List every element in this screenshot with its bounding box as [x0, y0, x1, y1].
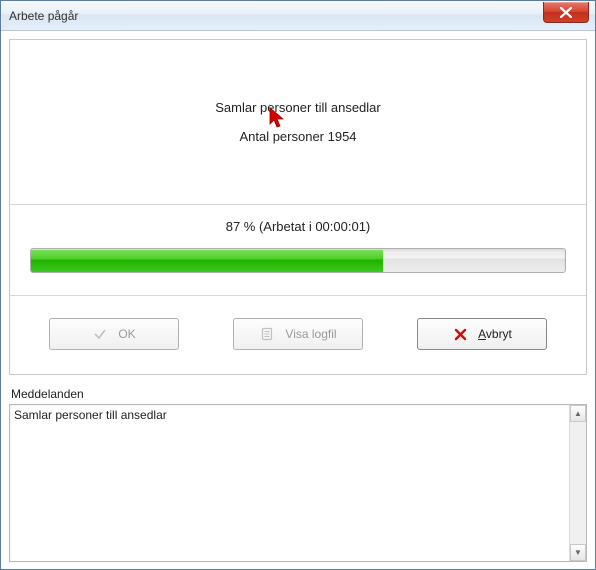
- status-text-2: Antal personer 1954: [239, 129, 356, 144]
- messages-content: Samlar personer till ansedlar: [14, 408, 566, 559]
- messages-box: Samlar personer till ansedlar ▲ ▼: [9, 404, 587, 562]
- scroll-down-button[interactable]: ▼: [570, 544, 586, 561]
- view-log-button: Visa logfil: [233, 318, 363, 350]
- button-row: OK Visa logfil: [10, 296, 586, 374]
- progress-area: 87 % (Arbetat i 00:00:01): [10, 205, 586, 296]
- ok-button: OK: [49, 318, 179, 350]
- messages-label: Meddelanden: [9, 387, 587, 401]
- main-panel: Samlar personer till ansedlar Antal pers…: [9, 39, 587, 375]
- status-text-1: Samlar personer till ansedlar: [215, 100, 380, 115]
- progress-fill: [31, 249, 383, 272]
- ok-label: OK: [118, 327, 135, 341]
- window-title: Arbete pågår: [9, 9, 78, 23]
- cancel-label-rest: vbryt: [486, 327, 512, 341]
- dialog-window: Arbete pågår Samlar personer till ansedl…: [0, 0, 596, 570]
- scrollbar[interactable]: ▲ ▼: [569, 405, 586, 561]
- progress-bar: [30, 248, 566, 273]
- messages-section: Meddelanden Samlar personer till ansedla…: [9, 387, 587, 562]
- check-icon: [92, 326, 108, 342]
- cancel-button[interactable]: Avbryt: [417, 318, 547, 350]
- client-area: Samlar personer till ansedlar Antal pers…: [9, 39, 587, 561]
- cancel-icon: [452, 326, 468, 342]
- progress-label: 87 % (Arbetat i 00:00:01): [30, 219, 566, 234]
- titlebar: Arbete pågår: [1, 1, 595, 31]
- close-icon: [560, 7, 572, 18]
- view-log-label: Visa logfil: [285, 327, 336, 341]
- scroll-up-button[interactable]: ▲: [570, 405, 586, 422]
- close-button[interactable]: [543, 2, 589, 23]
- document-icon: [259, 326, 275, 342]
- status-area: Samlar personer till ansedlar Antal pers…: [10, 40, 586, 205]
- cancel-label: Avbryt: [478, 327, 512, 341]
